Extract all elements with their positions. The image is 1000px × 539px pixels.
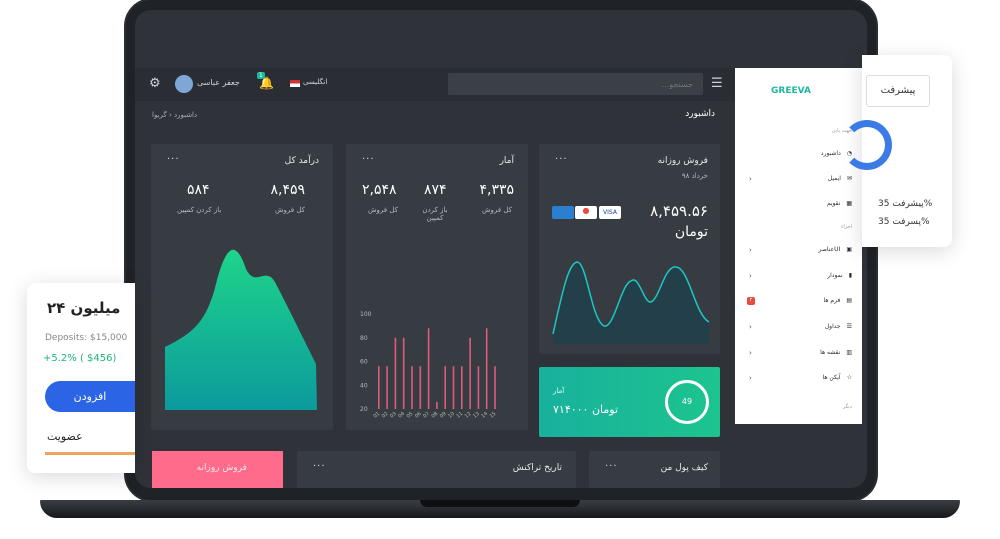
chevron-icon: › bbox=[749, 323, 752, 331]
stats2-card: آمار ۷۱۴۰۰۰ تومان 49 bbox=[539, 367, 720, 437]
flag-icon bbox=[290, 80, 300, 87]
chevron-icon: › bbox=[749, 272, 752, 280]
calendar-icon: ▦ bbox=[846, 200, 852, 207]
donut-chart bbox=[842, 120, 892, 170]
y-tick-label: 20 bbox=[360, 406, 368, 413]
bar bbox=[452, 366, 455, 409]
file-icon: ▤ bbox=[846, 297, 852, 304]
wallet-title: کیف پول من bbox=[660, 463, 708, 473]
membership-bar bbox=[45, 452, 135, 455]
sidebar-item-email[interactable]: ایمیل ✉ bbox=[828, 175, 852, 182]
y-tick-label: 80 bbox=[360, 335, 368, 342]
chevron-icon: › bbox=[749, 349, 752, 357]
add-button[interactable]: افزودن bbox=[45, 381, 135, 412]
table-icon: ☰ bbox=[846, 323, 852, 330]
briefcase-icon: ▣ bbox=[846, 246, 852, 253]
menu-icon[interactable]: ☰ bbox=[711, 76, 723, 91]
sidebar-item-ui[interactable]: عناصرUI ▣ bbox=[819, 246, 852, 253]
y-tick-label: 60 bbox=[360, 359, 368, 366]
sidebar-item-icons[interactable]: آیکن ها ☆ bbox=[822, 374, 852, 381]
y-tick-label: 100 bbox=[360, 311, 372, 318]
area-chart bbox=[165, 249, 317, 410]
top-bar: ⚙ جعفر عباسی 🔔 1 انگلیسی ☰ bbox=[135, 68, 735, 101]
balance-widget: ۲۴ میلیون Deposits: $15,000 +5.2% ( $456… bbox=[27, 283, 135, 473]
income-card: درآمد کل ··· ۸,۴۵۹ کل فروش ۵۸۴ باز کردن … bbox=[151, 144, 333, 430]
daily-sales-bottom-title: فروش روزانه bbox=[196, 463, 247, 473]
bar bbox=[411, 366, 413, 409]
logo: GREEVA bbox=[771, 86, 811, 96]
laptop-notch bbox=[420, 500, 580, 507]
avatar[interactable] bbox=[175, 75, 193, 93]
bar bbox=[394, 337, 397, 409]
section-label-other: دیگر bbox=[842, 404, 852, 410]
bar bbox=[378, 366, 380, 409]
bar-chart: 1008060402001 02 03 04 05 06 07 08 09 10 11 12 13 14 1… bbox=[360, 311, 498, 420]
more-icon[interactable]: ··· bbox=[313, 461, 326, 472]
chevron-icon: › bbox=[749, 374, 752, 382]
notif-badge: 1 bbox=[257, 72, 265, 79]
deposits: Deposits: $15,000 bbox=[45, 333, 128, 343]
bar bbox=[436, 401, 438, 409]
line-chart bbox=[552, 261, 710, 344]
bar bbox=[494, 366, 496, 409]
user-name[interactable]: جعفر عباسی bbox=[197, 78, 240, 87]
y-tick-label: 40 bbox=[360, 382, 368, 389]
stats2-amount: ۷۱۴۰۰۰ تومان bbox=[553, 403, 619, 416]
sidebar-item-calendar[interactable]: تقویم ▦ bbox=[827, 200, 852, 207]
bar bbox=[461, 366, 463, 409]
sidebar-item-tables[interactable]: جداول ☰ bbox=[825, 323, 852, 330]
section-label-elements: اجزاء bbox=[841, 224, 852, 230]
bar bbox=[419, 366, 422, 409]
transactions-title: تاریخ تراکنش bbox=[512, 463, 562, 473]
sidebar-item-forms[interactable]: فرم ها ▤ bbox=[824, 297, 852, 304]
chevron-icon: › bbox=[749, 246, 752, 254]
sidebar: GREEVA جهت یابی داشبورد ◔ › ایمیل ✉ تقویم ▦… bbox=[735, 68, 862, 424]
main-content: داشبورد داشبورد ‹ گریوا درآمد کل ··· ۸,۴… bbox=[135, 101, 735, 488]
wallet-card: کیف پول من ··· bbox=[589, 451, 720, 488]
bar bbox=[444, 366, 446, 409]
search-input[interactable] bbox=[448, 73, 703, 95]
form-badge: ۲ bbox=[747, 297, 755, 305]
change: +5.2% ( $456) bbox=[43, 353, 117, 364]
language-select[interactable]: انگلیسی bbox=[303, 78, 327, 86]
bar bbox=[427, 328, 430, 409]
stats2-title: آمار bbox=[553, 387, 565, 395]
bar bbox=[469, 337, 471, 409]
map-icon: ▥ bbox=[846, 349, 852, 356]
balance-amount: ۲۴ میلیون bbox=[47, 299, 121, 317]
x-tick-label: 15 bbox=[489, 411, 498, 420]
star-icon: ☆ bbox=[846, 374, 852, 381]
chart-icon: ▮ bbox=[848, 272, 852, 279]
progress-ring: 49 bbox=[665, 380, 709, 424]
bar bbox=[485, 328, 488, 409]
transactions-card: تاریخ تراکنش ··· bbox=[297, 451, 576, 488]
membership-label: عضویت bbox=[47, 430, 83, 443]
stats-card: آمار ··· ۴,۳۳۵ کل فروش ۸۷۴ باز کردن کمپی… bbox=[346, 144, 528, 430]
chevron-icon: › bbox=[749, 175, 752, 183]
progress-widget: پیشرفت پیشرفت 35% پسرفت 35% bbox=[842, 55, 952, 247]
bar bbox=[402, 337, 405, 409]
page-title: داشبورد bbox=[685, 109, 715, 119]
more-icon[interactable]: ··· bbox=[605, 461, 618, 472]
legend-2: پسرفت 35% bbox=[878, 217, 930, 227]
screen: ⚙ جعفر عباسی 🔔 1 انگلیسی ☰ GREEVA جهت یا… bbox=[135, 10, 867, 488]
daily-sales-card: فروش روزانه خرداد ۹۸ ··· ● VISA ۸,۴۵۹.۵۶… bbox=[539, 144, 720, 354]
daily-sales-bottom: فروش روزانه bbox=[152, 451, 283, 488]
bar bbox=[477, 366, 480, 409]
gear-icon[interactable]: ⚙ bbox=[149, 76, 161, 91]
sidebar-item-charts[interactable]: نمودار ▮ bbox=[827, 272, 852, 279]
bar bbox=[386, 366, 388, 409]
mail-icon: ✉ bbox=[846, 175, 852, 182]
legend-1: پیشرفت 35% bbox=[878, 199, 933, 209]
breadcrumb: داشبورد ‹ گریوا bbox=[152, 111, 198, 119]
sidebar-item-maps[interactable]: نقشه ها ▥ bbox=[820, 349, 852, 356]
progress-button[interactable]: پیشرفت bbox=[866, 75, 930, 107]
